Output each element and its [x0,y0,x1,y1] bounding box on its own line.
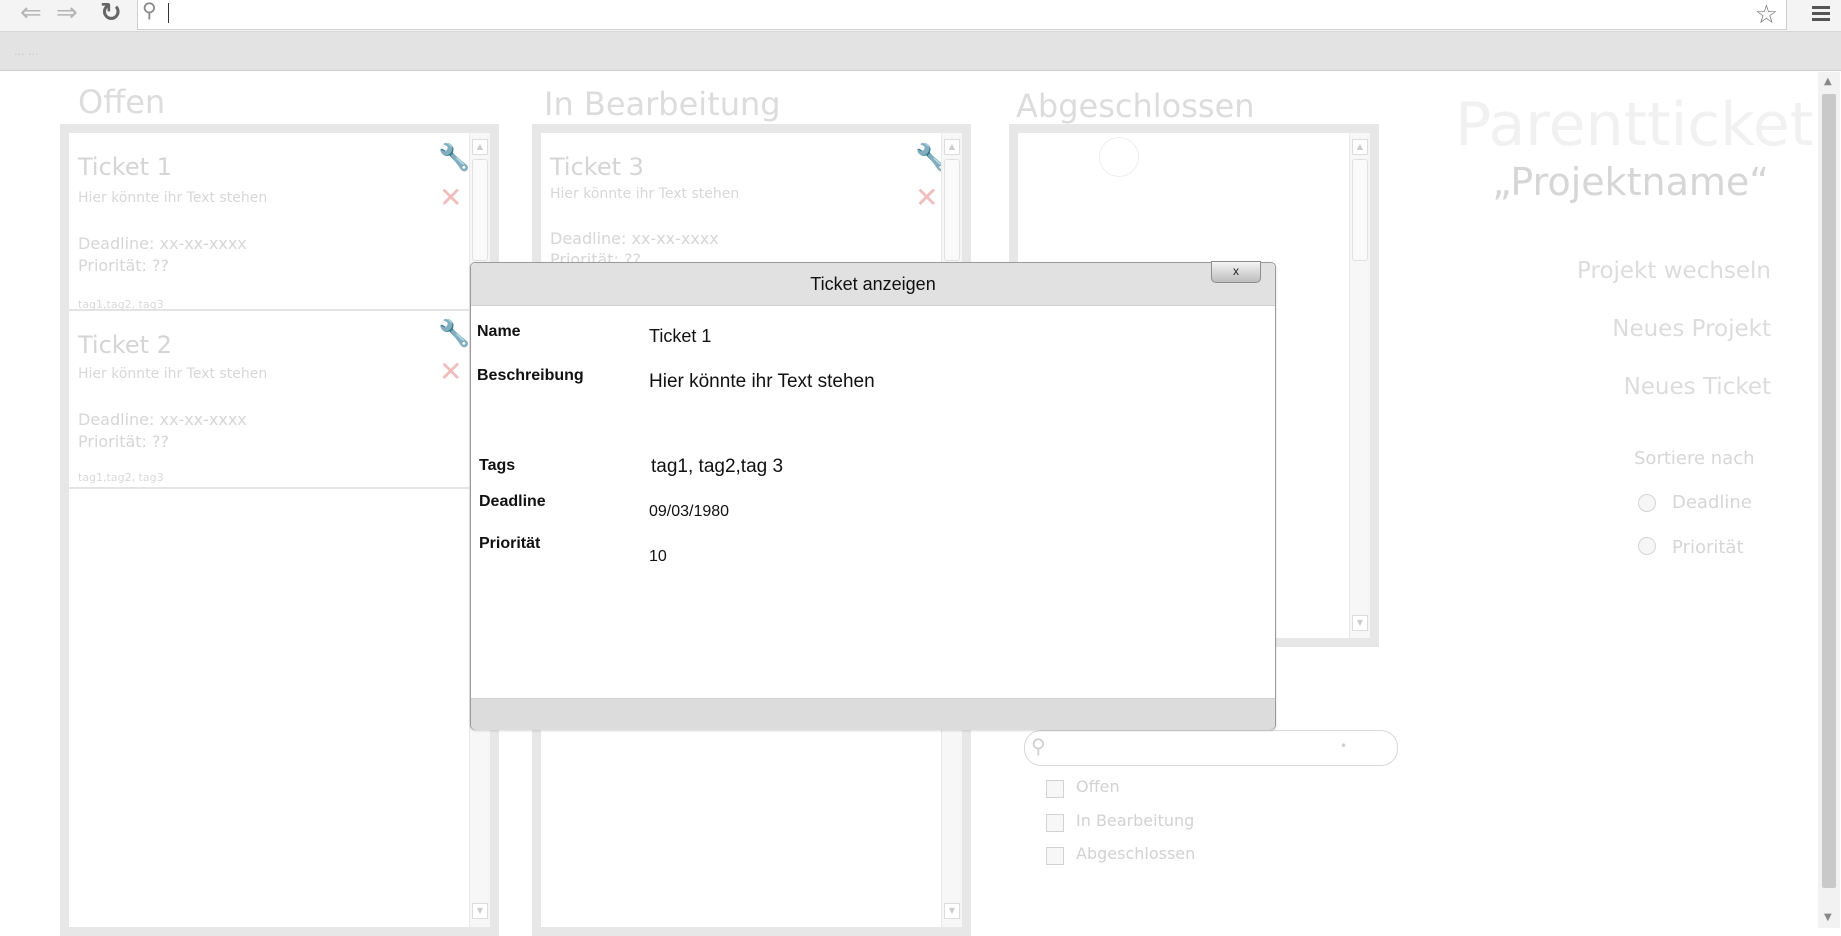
bookmarks-bar: ... ... [0,32,1841,71]
delete-icon[interactable]: ✕ [439,358,462,386]
back-arrow-icon[interactable]: ⇐ [20,0,42,26]
search-icon: ⚲ [142,0,157,22]
ticket-title: Ticket 2 [78,331,172,359]
delete-icon[interactable]: ✕ [915,184,938,212]
ticket-priority: Priorität: ?? [78,256,170,275]
clear-dot-icon: • [1340,739,1348,753]
sort-option-priority: Priorität [1672,537,1744,558]
ticket-deadline: Deadline: xx-xx-xxxx [78,410,247,429]
field-label-description: Beschreibung [477,367,584,384]
filter-label-progress: In Bearbeitung [1076,811,1195,830]
scroll-down-icon[interactable]: ▼ [944,903,960,919]
filter-label-done: Abgeschlossen [1076,844,1196,863]
scroll-up-icon[interactable]: ▲ [1824,76,1832,87]
scroll-thumb[interactable] [944,159,960,261]
column-title-open: Offen [78,83,166,121]
ticket-tags: tag1,tag2, tag3 [78,298,164,311]
ticket-description: Hier könnte ihr Text stehen [78,190,268,206]
reload-icon[interactable]: ↻ [100,0,122,26]
search-input[interactable]: ⚲ • [1024,730,1398,766]
filter-label-open: Offen [1076,777,1120,796]
search-icon: ⚲ [1031,734,1046,758]
ticket-dialog: Ticket anzeigen x Name Ticket 1 Beschrei… [470,261,1276,730]
wrench-icon[interactable]: 🔧 [438,145,470,171]
sort-radio-priority[interactable] [1638,537,1656,555]
project-name: „Projektname“ [1492,160,1769,204]
filter-checkbox-open[interactable] [1046,780,1064,798]
sort-label: Sortiere nach [1634,448,1755,469]
field-value-description: Hier könnte ihr Text stehen [649,371,875,392]
new-ticket-link[interactable]: Neues Ticket [1624,374,1771,400]
scroll-down-icon[interactable]: ▼ [472,903,488,919]
text-caret [168,3,169,23]
ticket-description: Hier könnte ihr Text stehen [550,186,740,202]
sidebar-title: Parentticket [1455,90,1814,160]
close-button[interactable]: x [1211,261,1261,283]
ticket-card[interactable]: Ticket 2 Hier könnte ihr Text stehen Dea… [69,311,471,489]
ticket-card[interactable]: Ticket 1 Hier könnte ihr Text stehen Dea… [69,133,471,311]
field-label-name: Name [477,323,521,340]
dialog-footer [471,698,1275,730]
panel-scrollbar[interactable]: ▲ ▼ [1349,133,1370,638]
star-icon[interactable]: ☆ [1755,2,1778,28]
scroll-thumb[interactable] [1352,159,1368,261]
ticket-deadline: Deadline: xx-xx-xxxx [550,229,719,248]
filter-checkbox-progress[interactable] [1046,814,1064,832]
ticket-priority: Priorität: ?? [78,432,170,451]
new-project-link[interactable]: Neues Projekt [1612,316,1771,342]
ticket-title: Ticket 1 [78,153,172,181]
scroll-up-icon[interactable]: ▲ [1352,139,1368,155]
scroll-up-icon[interactable]: ▲ [472,139,488,155]
browser-toolbar: ⇐ ⇒ ↻ ⚲ ☆ [0,0,1841,32]
sort-option-deadline: Deadline [1672,492,1752,513]
forward-arrow-icon[interactable]: ⇒ [56,0,78,26]
scroll-down-icon[interactable]: ▼ [1352,615,1368,631]
dialog-title: Ticket anzeigen [810,274,936,294]
column-title-progress: In Bearbeitung [544,85,781,123]
filter-checkbox-done[interactable] [1046,847,1064,865]
ticket-title: Ticket 3 [550,153,644,181]
loading-indicator [1099,137,1139,177]
ticket-tags: tag1,tag2, tag3 [78,471,164,484]
scroll-thumb[interactable] [1822,94,1836,888]
switch-project-link[interactable]: Projekt wechseln [1577,258,1771,284]
ticket-description: Hier könnte ihr Text stehen [78,366,268,382]
dialog-header: Ticket anzeigen [471,263,1275,306]
bookmark-item[interactable]: ... ... [14,45,38,58]
page-scrollbar[interactable]: ▲ ▼ [1818,72,1840,928]
field-label-tags: Tags [479,457,516,474]
column-open: Ticket 1 Hier könnte ihr Text stehen Dea… [60,124,499,936]
field-value-tags: tag1, tag2,tag 3 [651,456,784,477]
scroll-thumb[interactable] [472,159,488,261]
delete-icon[interactable]: ✕ [439,184,462,212]
field-value-name: Ticket 1 [649,326,712,346]
address-bar[interactable]: ⚲ ☆ [137,0,1787,30]
field-value-priority: 10 [649,548,667,565]
ticket-deadline: Deadline: xx-xx-xxxx [78,234,247,253]
field-label-priority: Priorität [479,535,541,552]
sort-radio-deadline[interactable] [1638,494,1656,512]
field-value-deadline: 09/03/1980 [649,503,730,520]
wrench-icon[interactable]: 🔧 [438,321,470,347]
menu-icon[interactable] [1812,6,1830,24]
field-label-deadline: Deadline [479,493,546,510]
scroll-up-icon[interactable]: ▲ [944,139,960,155]
scroll-down-icon[interactable]: ▼ [1824,912,1832,923]
column-title-done: Abgeschlossen [1016,87,1255,125]
